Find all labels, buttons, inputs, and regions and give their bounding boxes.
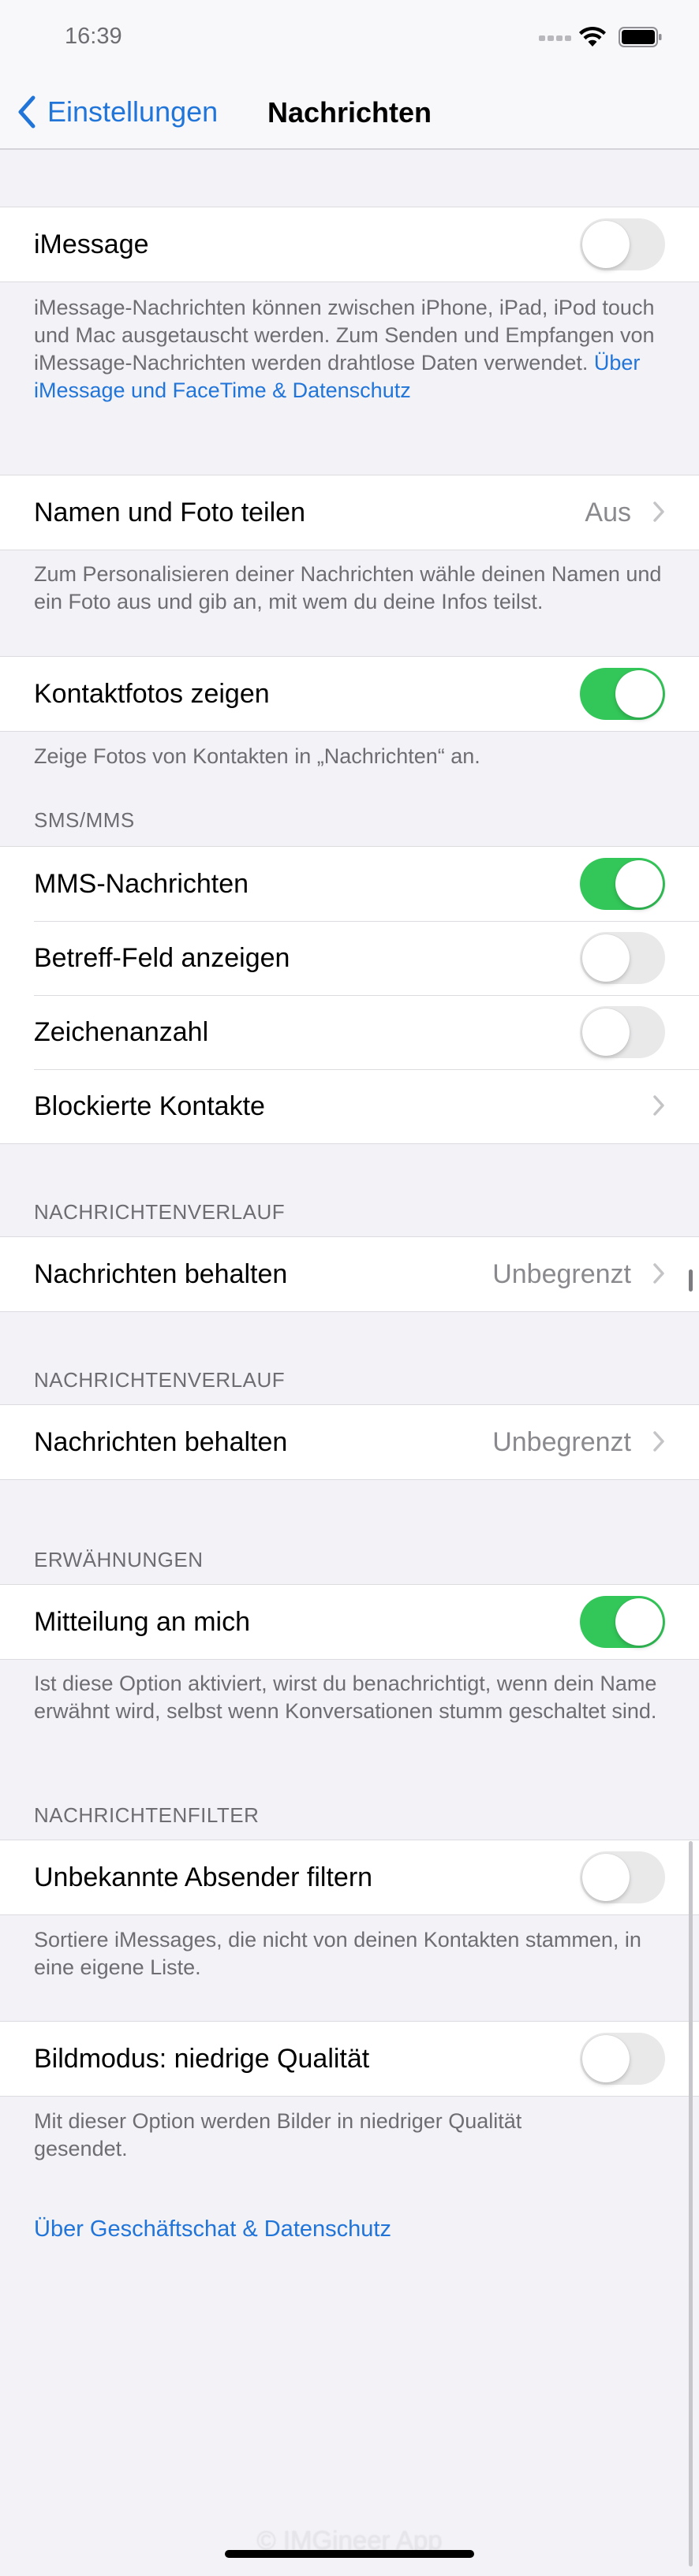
subject-field-label: Betreff-Feld anzeigen (34, 942, 290, 973)
sms-mms-header: SMS/MMS (34, 808, 135, 832)
notify-me-label: Mitteilung an mich (34, 1606, 251, 1637)
low-quality-group: Bildmodus: niedrige Qualität (0, 2021, 699, 2097)
contact-photos-group: Kontaktfotos zeigen (0, 656, 699, 732)
share-name-footer: Zum Personalisieren deiner Nachrichten w… (34, 562, 662, 613)
toggle-knob (582, 1854, 630, 1901)
keep-messages-row[interactable]: Nachrichten behalten Unbegrenzt (0, 1237, 699, 1311)
history-group: Nachrichten behalten Unbegrenzt (0, 1236, 699, 1312)
blocked-contacts-row[interactable]: Blockierte Kontakte (0, 1069, 699, 1143)
status-bar: 16:39 (0, 0, 699, 71)
char-count-row: Zeichenanzahl (0, 995, 699, 1069)
subject-field-toggle[interactable] (580, 932, 665, 984)
history-group: Nachrichten behalten Unbegrenzt (0, 1404, 699, 1480)
char-count-label: Zeichenanzahl (34, 1016, 209, 1047)
home-indicator[interactable] (225, 2550, 474, 2558)
toggle-knob (615, 860, 663, 908)
low-quality-footer: Mit dieser Option werden Bilder in niedr… (34, 2109, 522, 2160)
battery-icon (619, 27, 662, 47)
notify-me-toggle[interactable] (580, 1596, 665, 1648)
keep-messages-label: Nachrichten behalten (34, 1258, 288, 1289)
imessage-toggle[interactable] (580, 218, 665, 270)
chevron-right-icon (653, 1263, 664, 1284)
imessage-row: iMessage (0, 207, 699, 281)
chevron-right-icon (653, 501, 664, 522)
keep-messages-row[interactable]: Nachrichten behalten Unbegrenzt (0, 1405, 699, 1479)
imessage-footer-text: iMessage-Nachrichten können zwischen iPh… (34, 296, 655, 375)
keep-messages-value: Unbegrenzt (492, 1258, 631, 1289)
mms-row: MMS-Nachrichten (0, 847, 699, 921)
contact-photos-toggle[interactable] (580, 668, 665, 720)
wifi-icon (579, 26, 606, 47)
navigation-bar: Einstellungen Nachrichten (0, 71, 699, 150)
toggle-knob (582, 2035, 630, 2082)
business-chat-privacy-link[interactable]: Über Geschäftschat & Datenschutz (34, 2216, 391, 2242)
chevron-right-icon (653, 1095, 664, 1116)
keep-messages-label: Nachrichten behalten (34, 1426, 288, 1457)
low-quality-row: Bildmodus: niedrige Qualität (0, 2022, 699, 2096)
low-quality-toggle[interactable] (580, 2033, 665, 2085)
chevron-right-icon (653, 1431, 664, 1452)
contact-photos-footer: Zeige Fotos von Kontakten in „Nachrichte… (34, 744, 480, 768)
share-name-row[interactable]: Namen und Foto teilen Aus (0, 475, 699, 550)
share-name-label: Namen und Foto teilen (34, 497, 305, 528)
toggle-knob (615, 1598, 663, 1646)
page-title: Nachrichten (267, 96, 432, 129)
status-time: 16:39 (65, 24, 122, 49)
toggle-knob (582, 1008, 630, 1056)
toggle-knob (615, 670, 663, 718)
filter-footer: Sortiere iMessages, die nicht von deinen… (34, 1928, 641, 1979)
imessage-group: iMessage (0, 207, 699, 282)
keep-messages-value: Unbegrenzt (492, 1426, 631, 1457)
filter-group: Unbekannte Absender filtern (0, 1840, 699, 1915)
mentions-footer: Ist diese Option aktiviert, wirst du ben… (34, 1672, 657, 1723)
contact-photos-label: Kontaktfotos zeigen (34, 678, 270, 709)
low-quality-label: Bildmodus: niedrige Qualität (34, 2043, 370, 2074)
sms-mms-group: MMS-Nachrichten Betreff-Feld anzeigen Ze… (0, 846, 699, 1144)
char-count-toggle[interactable] (580, 1006, 665, 1058)
filter-unknown-toggle[interactable] (580, 1851, 665, 1903)
mms-label: MMS-Nachrichten (34, 868, 249, 899)
subject-field-row: Betreff-Feld anzeigen (0, 921, 699, 995)
toggle-knob (582, 221, 630, 268)
notify-me-row: Mitteilung an mich (0, 1585, 699, 1659)
history-header: NACHRICHTENVERLAUF (34, 1368, 286, 1392)
mentions-group: Mitteilung an mich (0, 1584, 699, 1660)
mms-toggle[interactable] (580, 858, 665, 910)
toggle-knob (582, 934, 630, 982)
scroll-indicator (689, 1269, 693, 1292)
history-header: NACHRICHTENVERLAUF (34, 1200, 286, 1224)
filter-unknown-row: Unbekannte Absender filtern (0, 1840, 699, 1914)
blocked-contacts-label: Blockierte Kontakte (34, 1090, 265, 1121)
share-name-value: Aus (585, 497, 631, 528)
imessage-label: iMessage (34, 229, 149, 259)
scrollbar[interactable] (689, 1841, 693, 2567)
share-name-group: Namen und Foto teilen Aus (0, 475, 699, 550)
filter-unknown-label: Unbekannte Absender filtern (34, 1862, 373, 1892)
filter-header: NACHRICHTENFILTER (34, 1803, 260, 1827)
imessage-footer: iMessage-Nachrichten können zwischen iPh… (34, 294, 665, 404)
contact-photos-row: Kontaktfotos zeigen (0, 657, 699, 731)
mentions-header: ERWÄHNUNGEN (34, 1548, 204, 1571)
